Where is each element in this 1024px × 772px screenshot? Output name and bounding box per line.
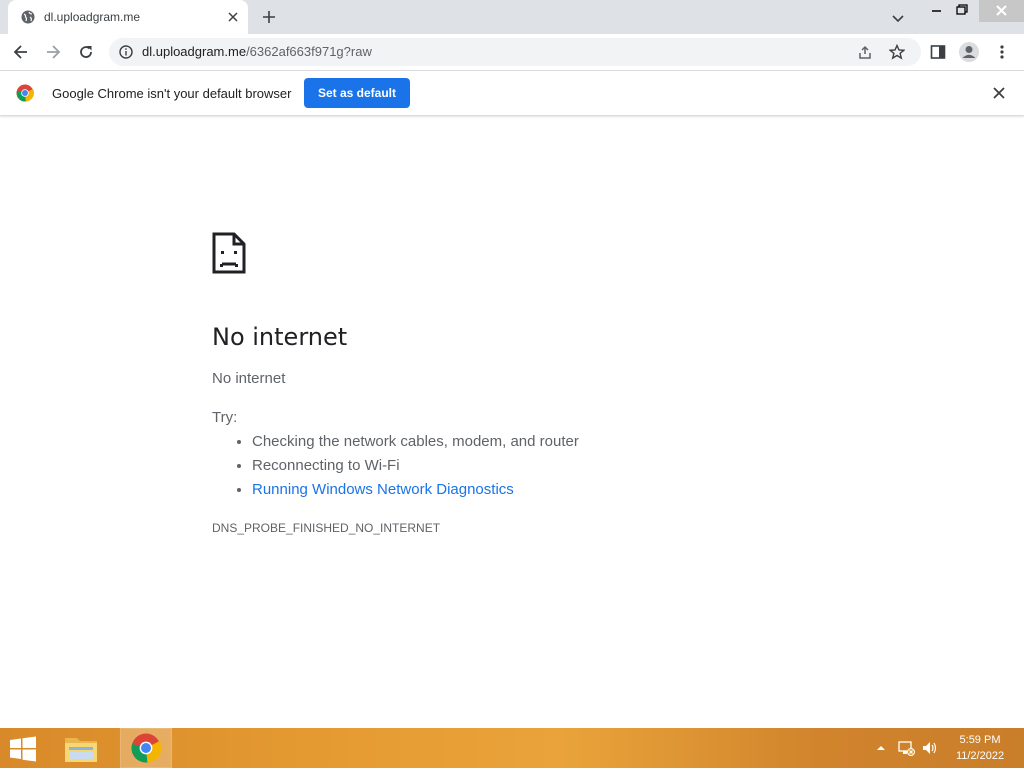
taskbar: 5:59 PM 11/2/2022 bbox=[0, 728, 1024, 768]
new-tab-icon[interactable] bbox=[261, 9, 277, 25]
suggestion-item: Running Windows Network Diagnostics bbox=[252, 478, 579, 502]
default-browser-infobar: Google Chrome isn't your default browser… bbox=[0, 71, 1024, 116]
bookmark-star-icon[interactable] bbox=[889, 44, 905, 60]
system-clock[interactable]: 5:59 PM 11/2/2022 bbox=[946, 732, 1014, 764]
tab-active[interactable]: dl.uploadgram.me bbox=[8, 0, 248, 34]
reload-icon[interactable] bbox=[77, 43, 95, 61]
close-tab-icon[interactable] bbox=[226, 10, 240, 24]
browser-toolbar: dl.uploadgram.me/6362af663f971g?raw bbox=[0, 34, 1024, 71]
url-host: dl.uploadgram.me bbox=[142, 44, 247, 59]
close-icon[interactable] bbox=[991, 85, 1007, 101]
error-page: No internet No internet Try: Checking th… bbox=[0, 116, 1024, 728]
tab-strip: dl.uploadgram.me bbox=[0, 0, 1024, 34]
suggestion-list: Checking the network cables, modem, and … bbox=[212, 430, 579, 502]
close-window-button[interactable] bbox=[979, 0, 1024, 22]
suggestion-item: Reconnecting to Wi-Fi bbox=[252, 454, 579, 478]
clock-date: 11/2/2022 bbox=[955, 750, 1005, 762]
restore-icon[interactable] bbox=[947, 0, 977, 22]
infobar-message: Google Chrome isn't your default browser bbox=[52, 86, 292, 101]
volume-icon[interactable] bbox=[921, 740, 939, 756]
chrome-icon bbox=[131, 733, 162, 763]
profile-avatar-icon[interactable] bbox=[958, 41, 980, 63]
url-path: /6362af663f971g?raw bbox=[246, 44, 372, 59]
forward-icon[interactable] bbox=[44, 43, 62, 61]
error-code: DNS_PROBE_FINISHED_NO_INTERNET bbox=[212, 521, 441, 535]
side-panel-icon[interactable] bbox=[929, 43, 947, 61]
more-menu-icon[interactable] bbox=[993, 43, 1011, 61]
windows-start-icon[interactable] bbox=[9, 736, 37, 762]
address-bar[interactable]: dl.uploadgram.me/6362af663f971g?raw bbox=[109, 38, 921, 66]
taskbar-chrome[interactable] bbox=[120, 728, 172, 768]
file-explorer-icon bbox=[65, 738, 97, 762]
back-icon[interactable] bbox=[12, 43, 30, 61]
clock-time: 5:59 PM bbox=[959, 734, 1001, 746]
chevron-down-icon[interactable] bbox=[890, 10, 906, 26]
network-diagnostics-link[interactable]: Running Windows Network Diagnostics bbox=[252, 481, 514, 498]
tab-title: dl.uploadgram.me bbox=[44, 10, 141, 24]
suggestion-item: Checking the network cables, modem, and … bbox=[252, 430, 579, 454]
close-icon bbox=[996, 5, 1007, 16]
share-icon[interactable] bbox=[857, 44, 873, 60]
sad-document-icon bbox=[212, 232, 246, 274]
url-text[interactable]: dl.uploadgram.me/6362af663f971g?raw bbox=[142, 44, 372, 59]
globe-icon bbox=[21, 10, 35, 24]
try-label: Try: bbox=[212, 409, 238, 426]
error-subtitle: No internet bbox=[212, 370, 286, 387]
set-as-default-button[interactable]: Set as default bbox=[304, 78, 410, 108]
show-hidden-icons-icon[interactable] bbox=[876, 743, 886, 753]
error-title: No internet bbox=[212, 323, 348, 351]
taskbar-file-explorer[interactable] bbox=[57, 729, 105, 767]
chrome-logo-icon bbox=[16, 84, 34, 102]
network-icon[interactable] bbox=[897, 740, 915, 756]
info-icon[interactable] bbox=[119, 45, 133, 59]
